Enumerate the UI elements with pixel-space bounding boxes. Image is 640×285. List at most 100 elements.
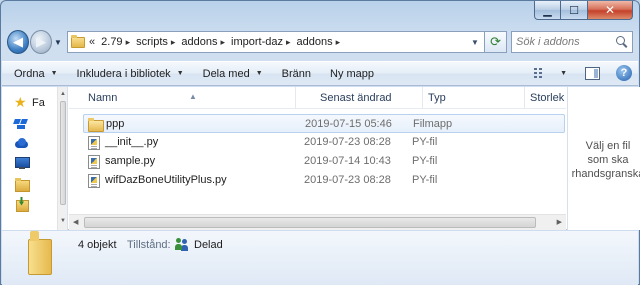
nav-item-desktop[interactable] <box>2 153 57 173</box>
status-value: Delad <box>194 239 223 251</box>
preview-pane: Välj en fil som ska rhandsgranska <box>567 87 640 230</box>
view-controls: ▼ ? <box>534 65 632 81</box>
file-type: PY-fil <box>412 155 438 167</box>
forward-button[interactable]: ▶ <box>29 30 52 54</box>
organize-label: Ordna <box>14 67 45 80</box>
column-header-type[interactable]: Typ <box>423 87 525 109</box>
file-name: wifDazBoneUtilityPlus.py <box>105 174 227 186</box>
arrow-left-icon: ◀ <box>12 34 23 49</box>
chevron-right-icon[interactable]: ▸ <box>221 37 226 48</box>
column-header-name-label: Namn <box>88 92 118 104</box>
chevron-right-icon[interactable]: ▸ <box>336 37 341 48</box>
folder-icon <box>14 177 30 192</box>
minimize-icon: ▁ <box>543 4 552 17</box>
maximize-button[interactable]: ☐ <box>561 1 588 20</box>
address-bar[interactable]: « 2.79 ▸ scripts ▸ addons ▸ import-daz ▸ add… <box>67 31 486 53</box>
preview-message: Välj en fil som ska rhandsgranska <box>568 139 640 181</box>
column-header-date[interactable]: Senast ändrad <box>315 87 423 109</box>
search-input[interactable] <box>516 36 617 48</box>
breadcrumb-import-daz[interactable]: import-daz <box>231 36 283 48</box>
folder-icon <box>71 34 86 48</box>
nav-item-onedrive[interactable] <box>2 133 57 153</box>
navigation-bar: ◀ ▶ ▼ « 2.79 ▸ scripts ▸ addons ▸ import-da… <box>7 29 634 55</box>
explorer-window: ▁ ☐ ✕ ◀ ▶ ▼ « 2.79 ▸ scripts ▸ addons ▸ imp… <box>0 0 640 285</box>
view-options-icon[interactable] <box>534 67 550 80</box>
maximize-icon: ☐ <box>569 4 579 17</box>
file-date: 2019-07-15 05:46 <box>305 118 392 130</box>
download-folder-icon <box>14 197 29 212</box>
file-name: ppp <box>106 118 125 130</box>
folder-icon <box>88 117 104 132</box>
include-in-library-label: Inkludera i bibliotek <box>76 67 171 80</box>
file-type: Filmapp <box>413 118 453 130</box>
file-row-sample[interactable]: sample.py 2019-07-14 10:43 PY-fil <box>83 152 565 171</box>
file-row-wifdazboneutilityplus[interactable]: wifDazBoneUtilityPlus.py 2019-07-23 08:2… <box>83 171 565 190</box>
main-area: ★ Fa ▲ ▼ Namn ▲ Senast ändrad Typ Storle… <box>2 87 640 230</box>
search-icon[interactable] <box>616 36 628 48</box>
share-with-menu[interactable]: Dela med ▼ <box>203 68 263 80</box>
breadcrumb-addons-current[interactable]: addons <box>297 36 333 48</box>
include-in-library-menu[interactable]: Inkludera i bibliotek ▼ <box>77 68 184 80</box>
breadcrumb-scripts[interactable]: scripts <box>136 36 168 48</box>
nav-item-folder[interactable] <box>2 173 57 193</box>
horizontal-scroll-thumb[interactable] <box>84 217 536 228</box>
file-row-init[interactable]: __init__.py 2019-07-23 08:28 PY-fil <box>83 133 565 152</box>
scroll-left-icon[interactable]: ◀ <box>73 218 78 226</box>
column-header-name[interactable]: Namn ▲ <box>69 87 296 109</box>
help-icon[interactable]: ? <box>616 65 632 81</box>
file-list: Namn ▲ Senast ändrad Typ Storlek ppp 201… <box>69 87 566 230</box>
breadcrumb-2-79[interactable]: 2.79 <box>101 36 122 48</box>
view-caret-down-icon[interactable]: ▼ <box>560 70 567 77</box>
preview-pane-icon[interactable] <box>585 66 600 80</box>
recent-pages-dropdown[interactable]: ▼ <box>54 38 63 47</box>
minimize-button[interactable]: ▁ <box>534 1 561 20</box>
burn-button[interactable]: Bränn <box>282 68 311 80</box>
file-date: 2019-07-23 08:28 <box>304 136 391 148</box>
caret-down-icon: ▼ <box>50 70 58 77</box>
file-list-horizontal-scrollbar[interactable]: ◀ ▶ <box>69 214 566 230</box>
nav-item-dropbox[interactable] <box>2 113 57 133</box>
nav-item-label: Fa <box>32 97 45 109</box>
new-folder-button[interactable]: Ny mapp <box>330 68 374 80</box>
preview-message-line: rhandsgranska <box>571 168 640 180</box>
command-bar: Ordna ▼ Inkludera i bibliotek ▼ Dela med ▼ … <box>2 61 638 86</box>
nav-item-downloads[interactable] <box>2 193 57 213</box>
close-icon: ✕ <box>604 3 616 17</box>
file-row-ppp[interactable]: ppp 2019-07-15 05:46 Filmapp <box>83 114 565 133</box>
search-box[interactable] <box>511 31 634 53</box>
column-header-row: Namn ▲ Senast ändrad Typ Storlek <box>69 87 566 109</box>
chevron-right-icon[interactable]: ▸ <box>171 37 176 48</box>
breadcrumb-addons[interactable]: addons <box>181 36 217 48</box>
refresh-button[interactable]: ⟳ <box>485 31 508 53</box>
details-pane: 4 objekt Tillstånd: Delad <box>2 231 638 285</box>
scroll-up-icon[interactable]: ▲ <box>60 91 66 97</box>
caret-down-icon: ▼ <box>176 70 184 77</box>
nav-item-favorites[interactable]: ★ Fa <box>2 93 57 113</box>
scroll-right-icon[interactable]: ▶ <box>557 218 562 226</box>
new-folder-label: Ny mapp <box>330 67 375 80</box>
preview-message-line: Välj en fil <box>585 140 631 152</box>
navigation-pane: ★ Fa ▲ ▼ <box>2 87 68 230</box>
scroll-down-icon[interactable]: ▼ <box>60 218 66 224</box>
large-folder-icon <box>28 231 68 275</box>
nav-pane-scrollbar[interactable]: ▲ ▼ <box>57 87 67 230</box>
breadcrumb-overflow[interactable]: « <box>89 36 95 48</box>
address-dropdown-icon[interactable]: ▼ <box>466 38 484 47</box>
back-button[interactable]: ◀ <box>7 30 29 54</box>
item-count: 4 objekt <box>78 239 117 251</box>
file-date: 2019-07-14 10:43 <box>304 155 391 167</box>
close-button[interactable]: ✕ <box>588 1 633 20</box>
dropbox-icon <box>14 117 29 130</box>
star-icon: ★ <box>14 93 27 110</box>
refresh-icon: ⟳ <box>490 34 501 49</box>
arrow-right-icon: ▶ <box>35 34 46 49</box>
chevron-right-icon[interactable]: ▸ <box>126 37 131 48</box>
python-file-icon <box>88 154 100 169</box>
burn-label: Bränn <box>281 67 311 80</box>
organize-menu[interactable]: Ordna ▼ <box>14 68 58 80</box>
file-type: PY-fil <box>412 136 438 148</box>
nav-pane-scroll-thumb[interactable] <box>60 101 66 205</box>
chevron-right-icon[interactable]: ▸ <box>286 37 291 48</box>
column-header-size-label: Storlek <box>530 92 565 104</box>
caret-down-icon: ▼ <box>255 70 263 77</box>
